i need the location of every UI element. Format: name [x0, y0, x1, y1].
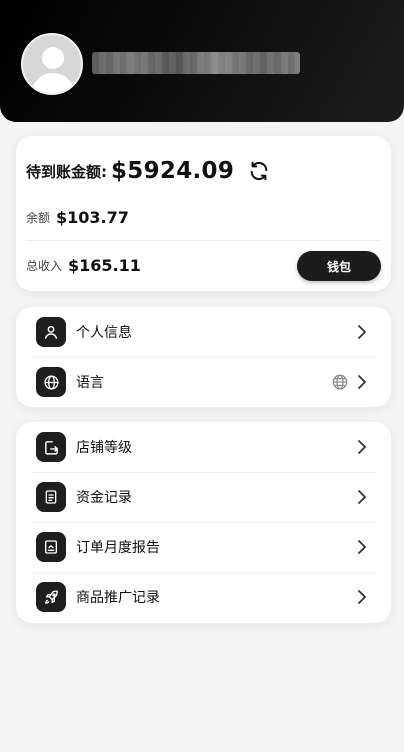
menu-item-label: 语言: [76, 375, 104, 391]
menu-item-language[interactable]: 语言: [32, 357, 375, 407]
menu-item-store-level[interactable]: 店铺等级: [32, 422, 375, 472]
pending-amount-row: 待到账金额: $5924.09: [26, 158, 270, 184]
balance-card: 待到账金额: $5924.09 余额 $103.77 总收入 $165.11 钱…: [16, 136, 391, 291]
menu-item-label: 商品推广记录: [76, 590, 160, 606]
menu-item-fund-records[interactable]: 资金记录: [32, 472, 375, 522]
profile-header: ■■■■■■■■■■■■■■■: [0, 0, 404, 122]
chevron-right-icon: [355, 325, 369, 339]
menu-item-label: 店铺等级: [76, 440, 132, 456]
rocket-icon: [36, 582, 66, 612]
available-balance-label: 余额: [26, 211, 51, 225]
chevron-right-icon: [355, 490, 369, 504]
globe-icon: [36, 367, 66, 397]
chevron-right-icon: [355, 440, 369, 454]
person-icon: [36, 317, 66, 347]
refresh-icon[interactable]: [248, 160, 270, 182]
total-income-label: 总收入: [26, 259, 63, 273]
available-balance-row: 余额 $103.77: [26, 208, 129, 227]
menu-item-label: 资金记录: [76, 490, 132, 506]
store-level-icon: [36, 432, 66, 462]
menu-item-monthly-order-report[interactable]: 订单月度报告: [32, 522, 375, 572]
pending-amount-label: 待到账金额:: [26, 162, 107, 181]
avatar[interactable]: [21, 33, 83, 95]
chevron-right-icon: [355, 590, 369, 604]
total-income-value: $165.11: [68, 256, 141, 275]
total-income-row: 总收入 $165.11: [26, 256, 141, 275]
username-blurred: ■■■■■■■■■■■■■■■: [92, 52, 300, 74]
menu-card-store: 店铺等级 资金记录 订单月度报告 商品推广记录: [16, 422, 391, 623]
divider: [26, 240, 381, 241]
menu-card-account: 个人信息 语言: [16, 307, 391, 407]
pending-amount-value: $5924.09: [111, 158, 235, 184]
menu-item-label: 订单月度报告: [76, 540, 160, 556]
globe-icon: [331, 373, 349, 391]
menu-item-label: 个人信息: [76, 325, 132, 341]
wallet-button[interactable]: 钱包: [297, 251, 381, 281]
available-balance-value: $103.77: [56, 208, 129, 227]
chevron-right-icon: [355, 375, 369, 389]
menu-item-personal-info[interactable]: 个人信息: [32, 307, 375, 357]
chevron-right-icon: [355, 540, 369, 554]
document-icon: [36, 482, 66, 512]
report-icon: [36, 532, 66, 562]
avatar-body-shape: [31, 73, 75, 93]
menu-item-promotion-records[interactable]: 商品推广记录: [32, 572, 375, 622]
avatar-head-shape: [42, 47, 64, 69]
